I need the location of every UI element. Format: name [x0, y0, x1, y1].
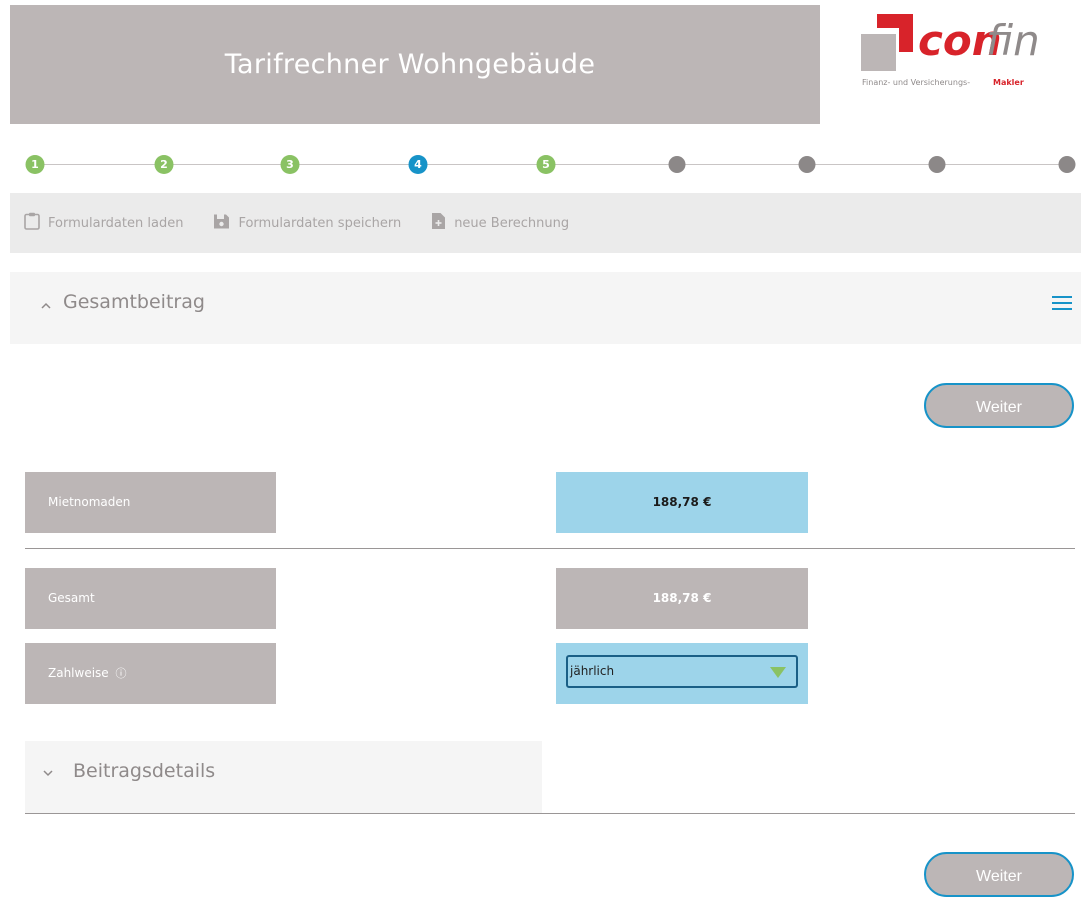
zahlweise-select-container: jährlich [556, 643, 808, 704]
logo-bar-red-vertical [899, 14, 913, 52]
hamburger-menu-icon[interactable] [1052, 296, 1072, 312]
divider [25, 813, 1075, 814]
dropdown-arrow-icon [770, 667, 786, 678]
step-1[interactable]: 1 [25, 155, 45, 174]
chevron-up-icon [40, 299, 52, 315]
zahlweise-select[interactable]: jährlich [566, 655, 798, 688]
new-calculation-label: neue Berechnung [454, 215, 570, 231]
mietnomaden-value: 188,78 € [556, 472, 808, 533]
step-6 [668, 156, 686, 173]
floppy-disk-icon [213, 213, 230, 234]
step-7 [798, 156, 816, 173]
confin-logo: con fin Finanz- und Versicherungs- Makle… [858, 12, 1043, 102]
load-form-label: Formulardaten laden [48, 215, 184, 231]
gesamt-value: 188,78 € [556, 568, 808, 629]
info-icon[interactable]: ⓘ [116, 667, 127, 680]
new-file-icon [431, 212, 446, 234]
progress-stepper: 1 2 3 4 5 [25, 155, 1076, 175]
weiter-button-top[interactable]: Weiter [924, 383, 1074, 428]
zahlweise-label: Zahlweise ⓘ [25, 643, 276, 704]
gesamt-label: Gesamt [25, 568, 276, 629]
save-form-label: Formulardaten speichern [238, 215, 402, 231]
app-header: Tarifrechner Wohngebäude [10, 5, 820, 124]
load-form-button[interactable]: Formulardaten laden [24, 212, 183, 234]
step-8 [928, 156, 946, 173]
divider [25, 548, 1075, 549]
save-form-button[interactable]: Formulardaten speichern [213, 213, 401, 234]
beitragsdetails-section-header[interactable]: Beitragsdetails [25, 741, 542, 813]
page-title: Tarifrechner Wohngebäude [224, 49, 596, 80]
step-2[interactable]: 2 [154, 155, 174, 174]
gesamtbeitrag-section-header[interactable]: Gesamtbeitrag [10, 272, 1081, 344]
clipboard-icon [24, 212, 40, 234]
zahlweise-label-text: Zahlweise [48, 666, 109, 680]
logo-tagline: Finanz- und Versicherungs- [862, 78, 971, 87]
step-4[interactable]: 4 [408, 155, 428, 174]
section-title: Gesamtbeitrag [63, 291, 205, 313]
beitragsdetails-title: Beitragsdetails [73, 760, 216, 782]
weiter-button-bottom[interactable]: Weiter [924, 852, 1074, 897]
chevron-down-icon [42, 766, 54, 782]
step-5[interactable]: 5 [536, 155, 556, 174]
logo-square-grey [861, 34, 896, 71]
logo-makler: Makler [993, 78, 1024, 87]
step-9 [1058, 156, 1076, 173]
new-calculation-button[interactable]: neue Berechnung [431, 212, 569, 234]
mietnomaden-label: Mietnomaden [25, 472, 276, 533]
form-toolbar: Formulardaten laden Formulardaten speich… [10, 193, 1081, 253]
logo-word-fin: fin [986, 16, 1040, 65]
zahlweise-selected-value: jährlich [570, 664, 615, 678]
step-3[interactable]: 3 [280, 155, 300, 174]
